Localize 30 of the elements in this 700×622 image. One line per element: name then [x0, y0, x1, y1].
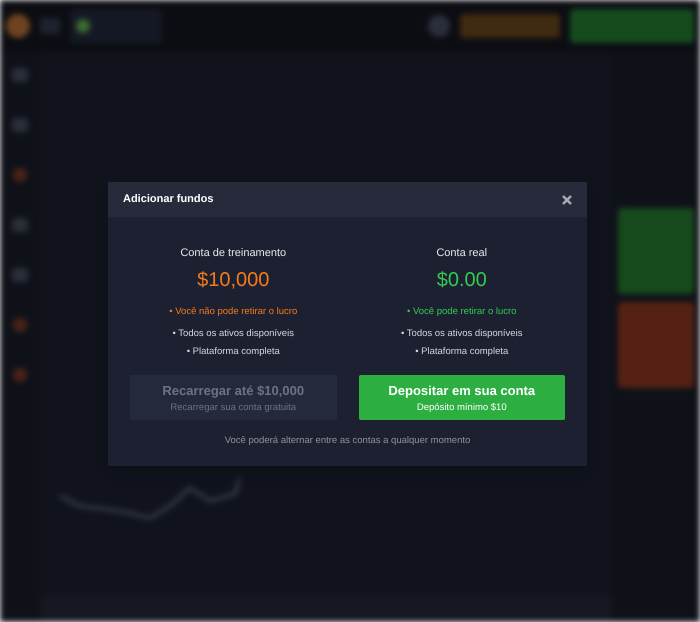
asset-icon: [76, 19, 90, 33]
feature-text: • Todos os ativos disponíveis: [401, 328, 522, 340]
sidebar-icon[interactable]: [12, 68, 28, 82]
feature-text: • Todos os ativos disponíveis: [172, 328, 294, 340]
sidebar-icon[interactable]: [13, 318, 27, 332]
account-name: Conta de treinamento: [180, 246, 286, 260]
up-trade-button[interactable]: [618, 208, 694, 294]
dialog-title: Adicionar fundos: [123, 192, 214, 208]
close-icon: [562, 194, 572, 204]
switch-note: Você poderá alternar entre as contas a qualquer momento: [224, 434, 470, 448]
menu-icon[interactable]: [40, 18, 60, 34]
sidebar-icon[interactable]: [12, 268, 28, 282]
header-deposit-button[interactable]: [570, 9, 694, 43]
notification-icon[interactable]: [428, 15, 450, 37]
feature-text: • Você não pode retirar o lucro: [169, 306, 298, 318]
balance-display[interactable]: [460, 14, 560, 38]
account-button[interactable]: Depositar em sua conta Depósito mínimo $10: [358, 375, 565, 420]
down-trade-button[interactable]: [618, 302, 694, 388]
feature-text: • Você pode retirar o lucro: [407, 306, 516, 318]
feature-text: • Plataforma completa: [186, 346, 280, 358]
sidebar-icon[interactable]: [13, 368, 27, 382]
account-balance: $10,000: [197, 268, 270, 292]
sidebar-icon[interactable]: [12, 218, 28, 232]
account-name: Conta real: [436, 246, 488, 260]
sidebar-icon[interactable]: [12, 118, 28, 132]
feature-text: • Plataforma completa: [415, 346, 508, 358]
account-balance: $0.00: [436, 268, 487, 292]
close-button[interactable]: [561, 194, 573, 206]
app-logo-icon: [6, 14, 30, 38]
sidebar-icon[interactable]: [13, 168, 27, 182]
